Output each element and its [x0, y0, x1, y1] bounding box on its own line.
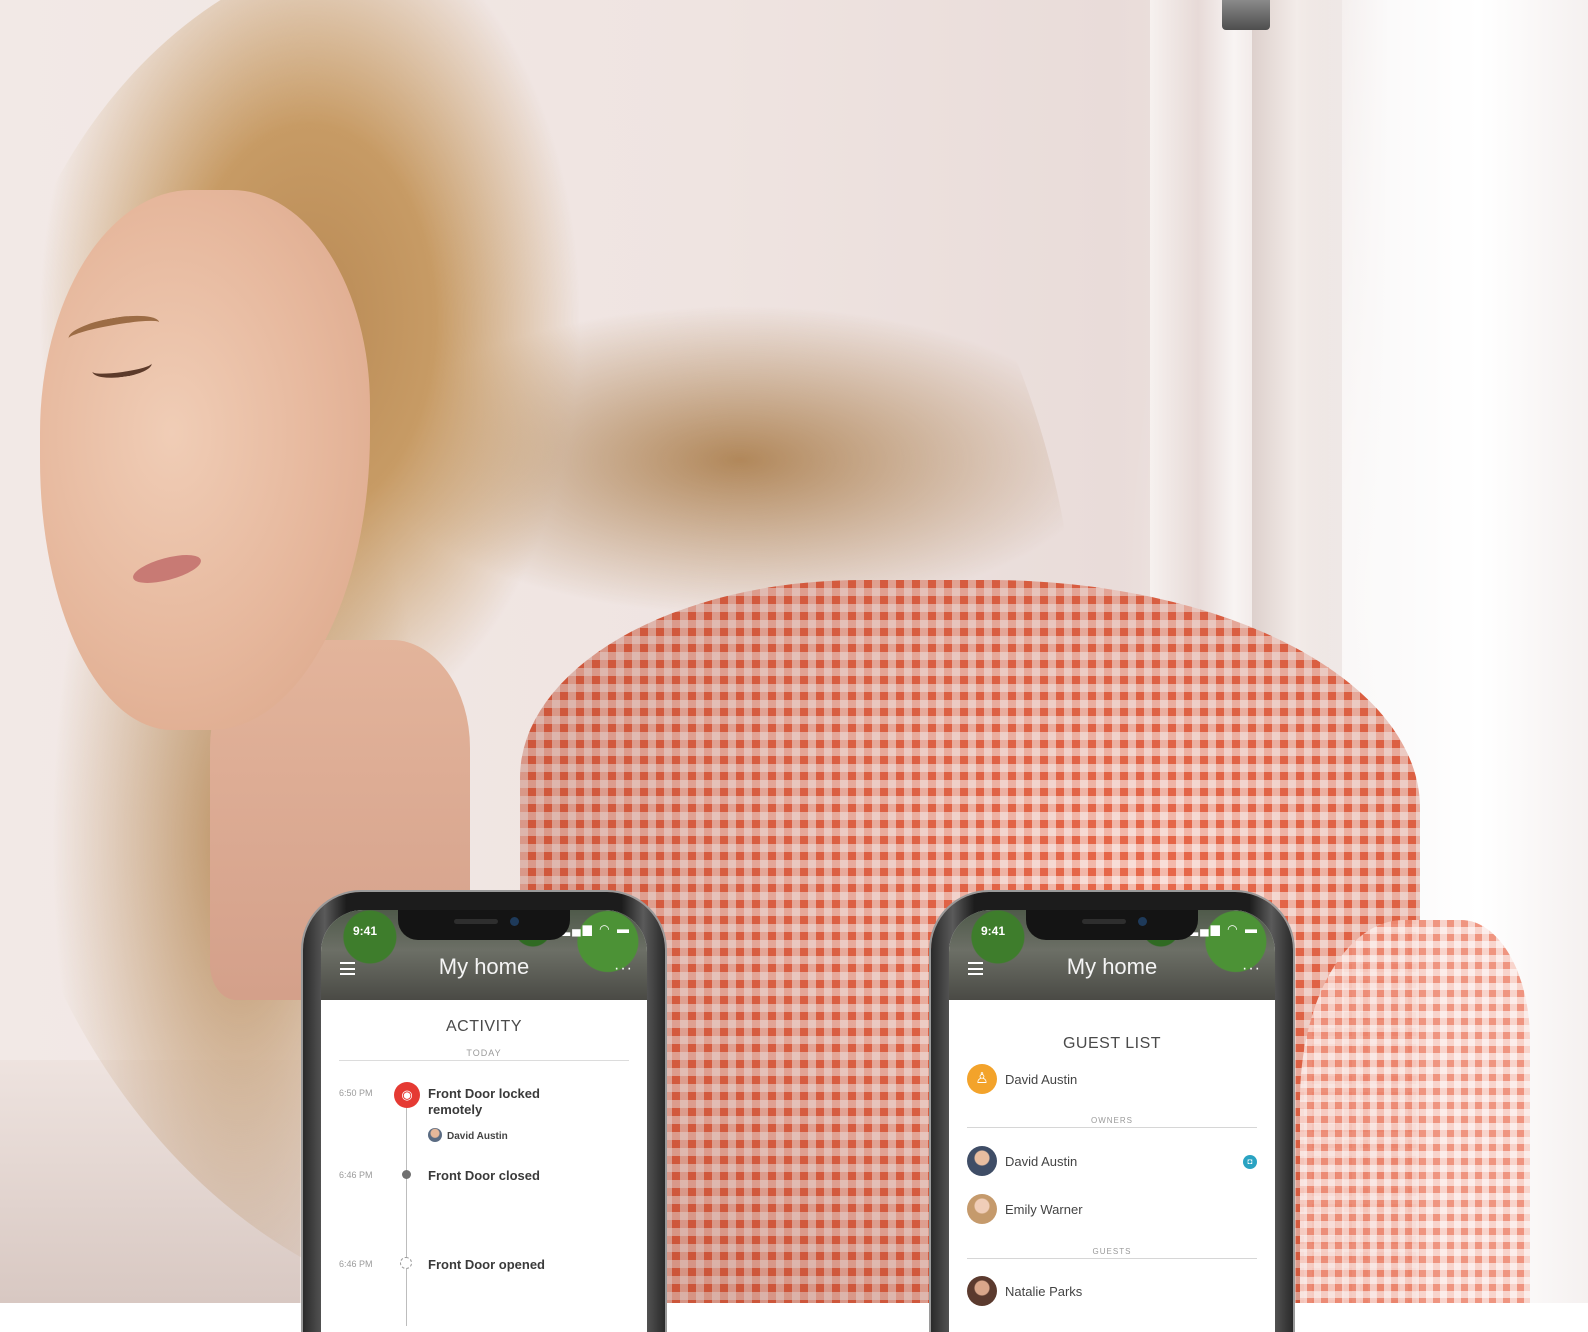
guest-list-item[interactable]: ♙ David Austin [967, 1064, 1257, 1096]
person-name: David Austin [1005, 1072, 1078, 1087]
status-badge-icon: ◘ [1243, 1155, 1257, 1169]
phone-activity: 9:41 ▂▄▆ ◠ ▬ My home ··· ACTIVITY TODAY … [303, 892, 665, 1332]
event-time: 6:46 PM [339, 1259, 373, 1269]
status-icons: ▂▄▆ ◠ ▬ [1188, 922, 1259, 936]
wifi-icon: ◉ [394, 1082, 420, 1108]
door-hinge [1222, 0, 1270, 30]
screen-title: ACTIVITY [445, 1018, 522, 1035]
guest-list-content: GUEST LIST ♙ David Austin OWNERS David A… [949, 1000, 1275, 1332]
owners-section-label: OWNERS [967, 1116, 1257, 1128]
phone-screen: 9:41 ▂▄▆ ◠ ▬ My home ··· ACTIVITY TODAY … [321, 910, 647, 1332]
day-label: TODAY [339, 1048, 629, 1061]
guest-list-item[interactable]: Natalie Parks [967, 1276, 1257, 1308]
event-user-name: David Austin [447, 1131, 508, 1142]
status-icons: ▂▄▆ ◠ ▬ [560, 922, 631, 936]
person-name: Emily Warner [1005, 1202, 1083, 1217]
speaker [454, 919, 498, 924]
person-name: Natalie Parks [1005, 1284, 1083, 1299]
speaker [1082, 919, 1126, 924]
guests-section-label: GUESTS [967, 1247, 1257, 1259]
activity-content: ACTIVITY TODAY 6:50 PM ◉ Front Door lock… [321, 1000, 647, 1332]
guest-list-item[interactable]: David Austin ◘ [967, 1146, 1257, 1178]
avatar [967, 1194, 997, 1224]
event-text: Front Door closed [428, 1168, 540, 1183]
front-camera [510, 917, 519, 926]
timeline-line [406, 1096, 407, 1326]
event-time: 6:46 PM [339, 1170, 373, 1180]
avatar [967, 1146, 997, 1176]
status-time: 9:41 [353, 924, 378, 938]
event-text: Front Door locked remotely [428, 1086, 540, 1117]
front-camera [1138, 917, 1147, 926]
background-photo [0, 0, 1588, 1303]
status-time: 9:41 [981, 924, 1006, 938]
event-user: David Austin [428, 1128, 508, 1142]
phone-screen: 9:41 ▂▄▆ ◠ ▬ My home ··· GUEST LIST ♙ Da… [949, 910, 1275, 1332]
more-options-icon[interactable]: ··· [614, 960, 633, 978]
phone-notch [1026, 910, 1198, 940]
avatar [967, 1276, 997, 1306]
person-name: David Austin [1005, 1154, 1078, 1169]
screen-title: GUEST LIST [1062, 1035, 1162, 1052]
header-title: My home [1066, 954, 1158, 979]
phone-notch [398, 910, 570, 940]
dot-icon [402, 1170, 411, 1179]
gingham-sleeve [1300, 920, 1530, 1303]
header-title: My home [438, 954, 530, 979]
dashed-circle-icon [400, 1257, 412, 1269]
owner-icon: ♙ [967, 1064, 997, 1094]
event-text: Front Door opened [428, 1257, 545, 1272]
avatar [428, 1128, 442, 1142]
more-options-icon[interactable]: ··· [1242, 960, 1261, 978]
event-time: 6:50 PM [339, 1088, 373, 1098]
phone-guest-list: 9:41 ▂▄▆ ◠ ▬ My home ··· GUEST LIST ♙ Da… [931, 892, 1293, 1332]
guest-list-item[interactable]: Emily Warner [967, 1194, 1257, 1226]
